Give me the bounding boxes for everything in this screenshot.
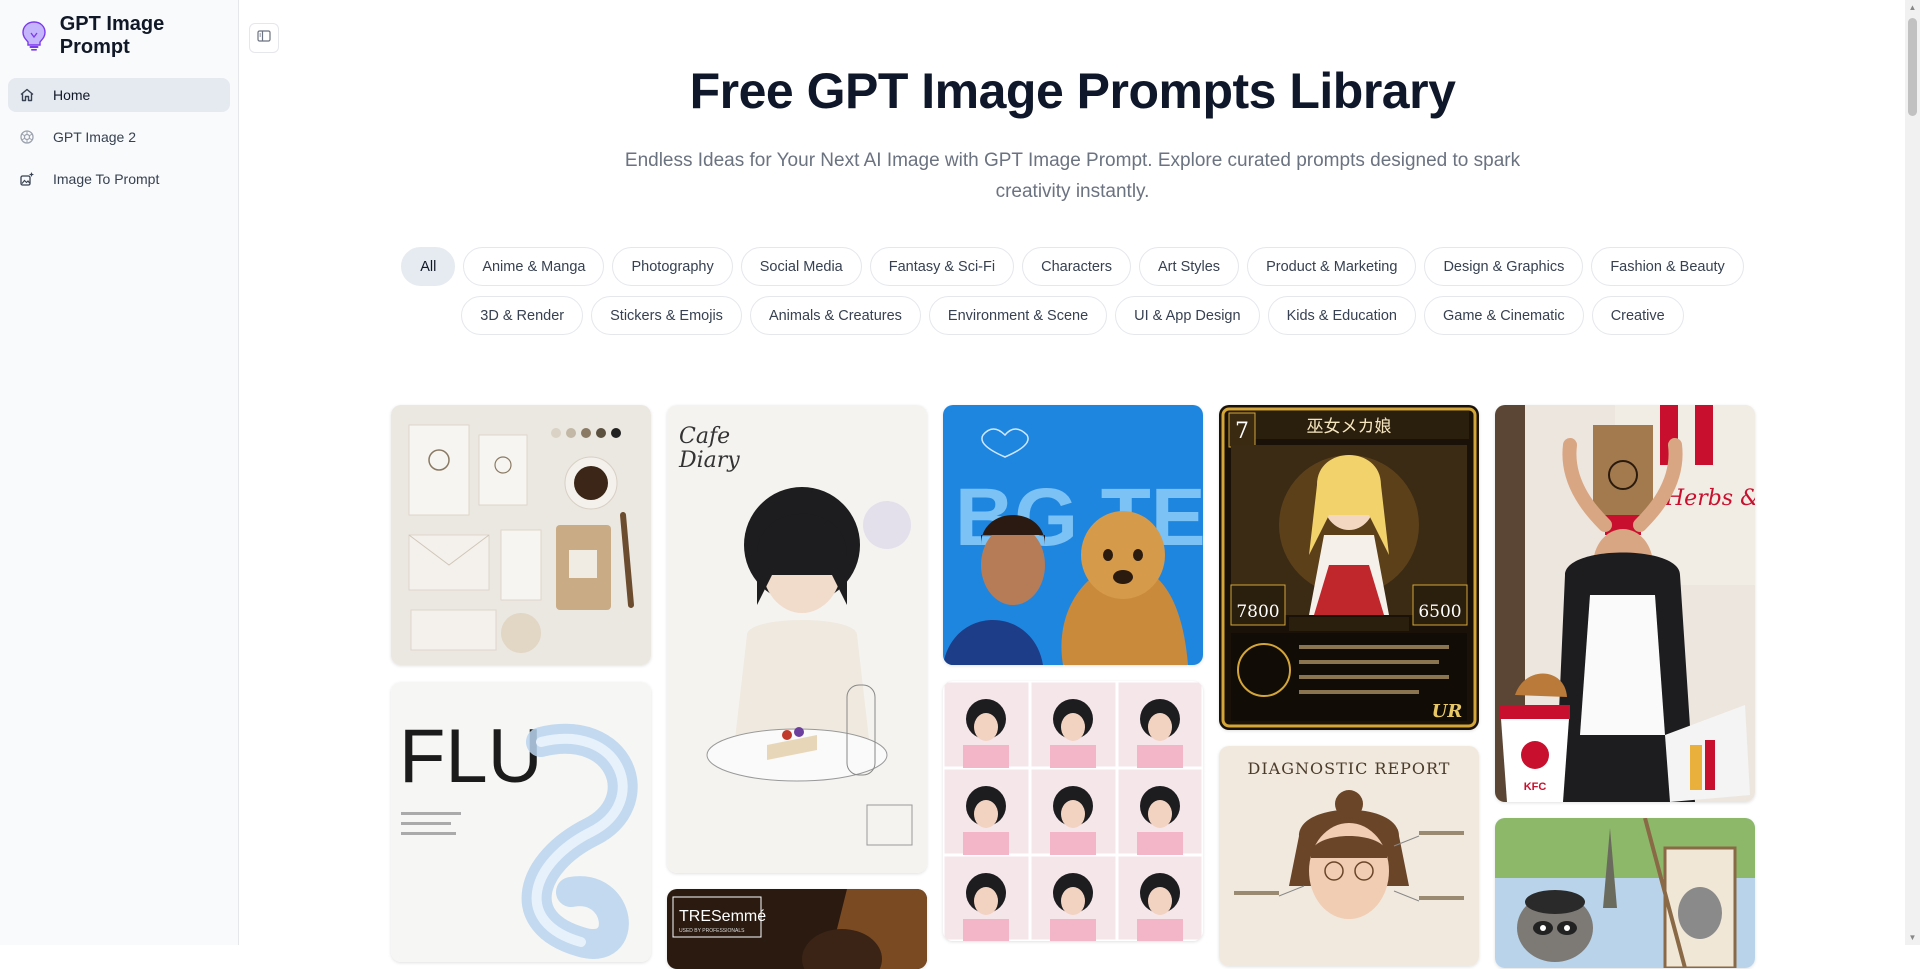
kfc-logo-text: KFC — [1524, 781, 1547, 793]
brand[interactable]: GPT Image Prompt — [0, 0, 238, 72]
category-chip-art-styles[interactable]: Art Styles — [1139, 247, 1240, 286]
prompt-card-diagnostic-report[interactable]: DIAGNOSTIC REPORT — [1219, 746, 1479, 966]
sidebar: GPT Image Prompt Home GPT Image 2 Image … — [0, 0, 239, 945]
home-icon — [18, 86, 36, 104]
flu-poster-image: FLU — [391, 682, 651, 962]
category-chip-game-cinematic[interactable]: Game & Cinematic — [1424, 296, 1584, 335]
cafe-diary-image: Cafe Diary — [667, 405, 927, 873]
prompt-card-trading-card[interactable]: 巫女メカ娘 7 7800 6500 UR — [1219, 405, 1479, 730]
prompt-card-branding-mockup[interactable] — [391, 405, 651, 665]
sidebar-item-label: Home — [53, 87, 91, 103]
sidebar-item-image-to-prompt[interactable]: Image To Prompt — [8, 162, 230, 196]
card-level: 7 — [1235, 419, 1249, 444]
category-chip-creative[interactable]: Creative — [1591, 296, 1684, 335]
sidebar-nav: Home GPT Image 2 Image To Prompt — [0, 72, 238, 210]
prompt-card-kfc-photo[interactable]: Herbs & Sp KFC — [1495, 405, 1755, 802]
category-chip-photography[interactable]: Photography — [612, 247, 733, 286]
card-title: 巫女メカ娘 — [1307, 417, 1392, 437]
category-chip-product-marketing[interactable]: Product & Marketing — [1247, 247, 1417, 286]
tresemme-tagline: USED BY PROFESSIONALS — [679, 928, 745, 934]
card-attack: 7800 — [1236, 602, 1279, 622]
category-chip-environment-scene[interactable]: Environment & Scene — [928, 296, 1108, 335]
tresemme-brand: TRESemmé — [679, 908, 766, 925]
scrollbar-thumb[interactable] — [1908, 18, 1917, 116]
category-chip-fantasy-sci-fi[interactable]: Fantasy & Sci-Fi — [869, 247, 1015, 286]
tresemme-ad-image: TRESemmé USED BY PROFESSIONALS — [667, 889, 927, 969]
raccoon-paris-image — [1495, 818, 1755, 968]
category-chip-characters[interactable]: Characters — [1022, 247, 1132, 286]
category-chip-anime-manga[interactable]: Anime & Manga — [463, 247, 605, 286]
kfc-sign-text: Herbs & Sp — [1664, 486, 1755, 511]
prompt-card-cafe-diary[interactable]: Cafe Diary — [667, 405, 927, 873]
category-filter-row-1: All Anime & Manga Photography Social Med… — [240, 247, 1905, 286]
trading-card-image: 巫女メカ娘 7 7800 6500 UR — [1219, 405, 1479, 730]
photo-grid-image — [943, 681, 1203, 941]
sidebar-item-gpt-image-2[interactable]: GPT Image 2 — [8, 120, 230, 154]
category-chip-design-graphics[interactable]: Design & Graphics — [1424, 247, 1584, 286]
flu-text: FLU — [399, 714, 543, 799]
sidebar-item-home[interactable]: Home — [8, 78, 230, 112]
card-hp: 6500 — [1418, 602, 1461, 622]
prompt-card-raccoon-paris[interactable] — [1495, 818, 1755, 968]
scroll-up-arrow-icon[interactable]: ▲ — [1908, 3, 1917, 12]
branding-mockup-image — [391, 405, 651, 665]
image-sparkle-icon — [18, 170, 36, 188]
kfc-photo-image: Herbs & Sp KFC — [1495, 405, 1755, 802]
category-chip-social-media[interactable]: Social Media — [740, 247, 862, 286]
sidebar-item-label: GPT Image 2 — [53, 129, 137, 145]
category-chip-kids-education[interactable]: Kids & Education — [1267, 296, 1416, 335]
brand-name: GPT Image Prompt — [59, 13, 165, 58]
main-content: Free GPT Image Prompts Library Endless I… — [240, 0, 1905, 969]
card-rarity: UR — [1432, 701, 1463, 722]
sidebar-item-label: Image To Prompt — [53, 171, 160, 187]
prompt-card-flu-poster[interactable]: FLU — [391, 682, 651, 962]
category-chip-all[interactable]: All — [401, 247, 456, 286]
bg-text-selfie-image: BG TEXT — [943, 405, 1203, 665]
page-scrollbar[interactable]: ▲ ▼ — [1905, 0, 1920, 945]
category-chip-ui-app-design[interactable]: UI & App Design — [1115, 296, 1260, 335]
cafe-subtitle: Diary — [678, 448, 740, 473]
openai-icon — [18, 128, 36, 146]
category-chip-fashion-beauty[interactable]: Fashion & Beauty — [1591, 247, 1744, 286]
category-filter-row-2: 3D & Render Stickers & Emojis Animals & … — [240, 296, 1905, 335]
scroll-down-arrow-icon[interactable]: ▼ — [1908, 933, 1917, 942]
diagnostic-title: DIAGNOSTIC REPORT — [1248, 759, 1451, 778]
diagnostic-report-image: DIAGNOSTIC REPORT — [1219, 746, 1479, 966]
prompt-card-photo-grid[interactable] — [943, 681, 1203, 941]
category-chip-3d-render[interactable]: 3D & Render — [461, 296, 584, 335]
cafe-title: Cafe — [679, 424, 730, 449]
prompt-card-tresemme-ad[interactable]: TRESemmé USED BY PROFESSIONALS — [667, 889, 927, 969]
category-chip-animals-creatures[interactable]: Animals & Creatures — [749, 296, 921, 335]
category-chip-stickers-emojis[interactable]: Stickers & Emojis — [591, 296, 742, 335]
lightbulb-icon — [20, 20, 48, 52]
page-title: Free GPT Image Prompts Library — [689, 63, 1456, 119]
page-subtitle: Endless Ideas for Your Next AI Image wit… — [624, 150, 1521, 202]
prompt-card-bg-text-selfie[interactable]: BG TEXT — [943, 405, 1203, 665]
